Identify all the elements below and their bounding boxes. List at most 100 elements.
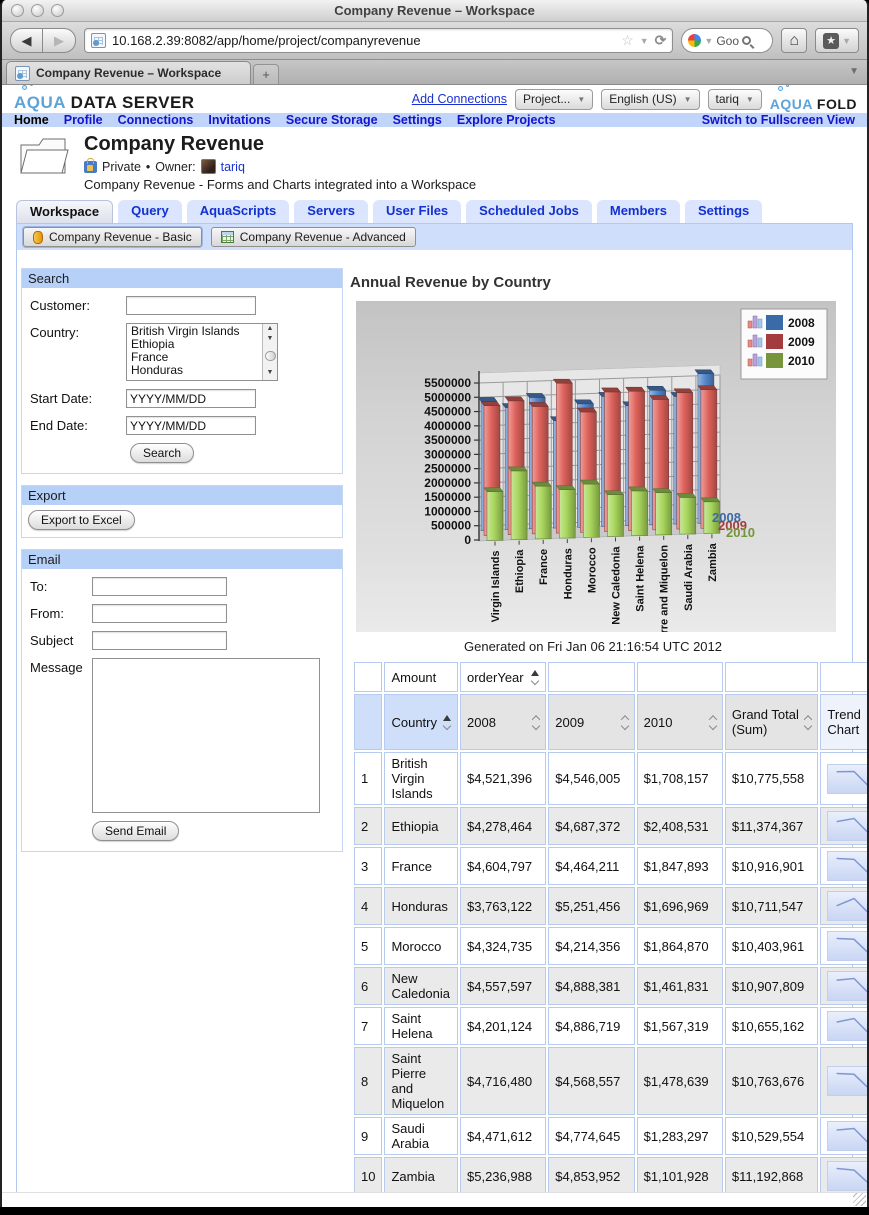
column-header-2008[interactable]: 2008	[460, 694, 547, 750]
scroll-up-icon[interactable]: ▲	[267, 324, 274, 334]
magnifier-icon[interactable]	[742, 36, 752, 45]
scroll-down-icon[interactable]: ▼	[267, 368, 274, 378]
search-panel-title: Search	[22, 269, 342, 288]
trend-sparkline[interactable]	[827, 971, 867, 1001]
trend-chart-cell[interactable]	[820, 887, 867, 925]
tab-list-dropdown-icon[interactable]: ▼	[849, 66, 859, 77]
trend-sparkline[interactable]	[827, 1066, 867, 1096]
chart-title: Annual Revenue by Country	[350, 274, 551, 291]
nav-item-connections[interactable]: Connections	[118, 113, 194, 127]
scrollbar-thumb[interactable]	[264, 351, 276, 361]
search-button[interactable]: Search	[130, 443, 195, 463]
trend-chart-cell[interactable]	[820, 1157, 867, 1192]
reload-icon[interactable]: ⟳	[655, 32, 667, 49]
project-select[interactable]: Project... ▼	[514, 88, 594, 110]
back-button[interactable]: ◀	[10, 28, 43, 53]
sort-icon[interactable]	[804, 715, 813, 731]
owner-link[interactable]: tariq	[221, 160, 245, 174]
trend-sparkline[interactable]	[827, 1161, 867, 1191]
browser-tab[interactable]: Company Revenue – Workspace	[6, 61, 251, 84]
subtab-button-basic[interactable]: Company Revenue - Basic	[23, 227, 202, 247]
tab-servers[interactable]: Servers	[294, 200, 369, 223]
search-text[interactable]: Goo	[716, 34, 739, 48]
nav-item-secure-storage[interactable]: Secure Storage	[286, 113, 378, 127]
trend-sparkline[interactable]	[827, 811, 867, 841]
column-header-2010[interactable]: 2010	[636, 694, 723, 750]
column-header-grand-total-sum-[interactable]: Grand Total (Sum)	[724, 694, 819, 750]
fullscreen-link[interactable]: Switch to Fullscreen View	[702, 113, 855, 127]
bookmark-star-icon[interactable]: ☆	[621, 32, 634, 49]
tab-scheduled-jobs[interactable]: Scheduled Jobs	[466, 200, 592, 223]
orderyear-group-header[interactable]: orderYear	[460, 662, 547, 692]
language-select[interactable]: English (US) ▼	[601, 88, 700, 110]
trend-sparkline[interactable]	[827, 891, 867, 921]
search-engine-dropdown-icon[interactable]: ▼	[704, 36, 713, 46]
revenue-2010-cell: $1,847,893	[636, 847, 723, 885]
subject-input[interactable]	[92, 631, 227, 650]
trend-chart-cell[interactable]	[820, 927, 867, 965]
trend-chart-cell[interactable]	[820, 1007, 867, 1045]
scroll-up2-icon[interactable]: ▼	[267, 334, 274, 344]
subtab-button-advanced[interactable]: Company Revenue - Advanced	[210, 227, 416, 247]
nav-item-home[interactable]: Home	[14, 113, 49, 127]
web-search-box[interactable]: ▼ Goo	[681, 28, 774, 53]
listbox-scrollbar[interactable]: ▲ ▼ ▼	[262, 324, 277, 380]
tab-aquascripts[interactable]: AquaScripts	[186, 200, 290, 223]
window-statusbar	[2, 1192, 867, 1207]
sort-icon[interactable]	[442, 715, 452, 731]
sort-icon[interactable]	[708, 715, 718, 731]
send-email-button[interactable]: Send Email	[92, 821, 180, 841]
nav-item-settings[interactable]: Settings	[393, 113, 442, 127]
trend-chart-cell[interactable]	[820, 752, 867, 805]
export-to-excel-button[interactable]: Export to Excel	[28, 510, 135, 530]
new-tab-button[interactable]: +	[253, 64, 279, 84]
url-bar[interactable]: 10.168.2.39:8082/app/home/project/compan…	[84, 28, 674, 53]
row-number-header	[354, 694, 383, 750]
trend-chart-cell[interactable]	[820, 1047, 867, 1115]
trend-sparkline[interactable]	[827, 851, 867, 881]
add-connections-link[interactable]: Add Connections	[412, 92, 507, 106]
trend-chart-cell[interactable]	[820, 807, 867, 845]
home-button[interactable]: ⌂	[781, 28, 808, 53]
column-header-2009[interactable]: 2009	[548, 694, 635, 750]
country-cell: Honduras	[384, 887, 458, 925]
resize-grip[interactable]	[853, 1193, 866, 1206]
svg-text:5500000: 5500000	[424, 376, 471, 390]
nav-item-profile[interactable]: Profile	[64, 113, 103, 127]
tab-query[interactable]: Query	[118, 200, 182, 223]
country-listbox[interactable]: British Virgin Islands Ethiopia France Hond…	[126, 323, 278, 381]
tab-settings[interactable]: Settings	[684, 200, 763, 223]
message-textarea[interactable]	[92, 658, 320, 813]
url-text[interactable]: 10.168.2.39:8082/app/home/project/compan…	[112, 33, 615, 48]
url-dropdown-icon[interactable]: ▼	[640, 36, 649, 46]
trend-chart-cell[interactable]	[820, 967, 867, 1005]
trend-sparkline[interactable]	[827, 1011, 867, 1041]
column-header-country[interactable]: Country	[384, 694, 458, 750]
revenue-2009-cell: $4,546,005	[548, 752, 635, 805]
user-menu[interactable]: tariq ▼	[707, 88, 762, 110]
tab-workspace[interactable]: Workspace	[16, 200, 114, 223]
nav-item-explore-projects[interactable]: Explore Projects	[457, 113, 556, 127]
to-input[interactable]	[92, 577, 227, 596]
tab-members[interactable]: Members	[596, 200, 680, 223]
trend-chart-cell[interactable]	[820, 847, 867, 885]
customer-input[interactable]	[126, 296, 256, 315]
sort-icon[interactable]	[620, 715, 629, 731]
start-date-input[interactable]	[126, 389, 256, 408]
from-input[interactable]	[92, 604, 227, 623]
bookmarks-button[interactable]: ★ ▼	[815, 28, 859, 53]
trend-sparkline[interactable]	[827, 931, 867, 961]
forward-button[interactable]: ▶	[43, 28, 76, 53]
sort-icon[interactable]	[532, 715, 541, 731]
end-date-input[interactable]	[126, 416, 256, 435]
trend-sparkline[interactable]	[827, 1121, 867, 1151]
trend-sparkline[interactable]	[827, 763, 867, 794]
country-option[interactable]: Honduras	[131, 364, 261, 377]
private-lock-icon	[84, 157, 97, 173]
nav-item-invitations[interactable]: Invitations	[208, 113, 271, 127]
grand-total-cell: $10,655,162	[724, 1007, 819, 1045]
tab-user-files[interactable]: User Files	[373, 200, 462, 223]
trend-chart-cell[interactable]	[820, 1117, 867, 1155]
sort-icon[interactable]	[531, 670, 540, 686]
window-titlebar: Company Revenue – Workspace	[2, 0, 867, 22]
